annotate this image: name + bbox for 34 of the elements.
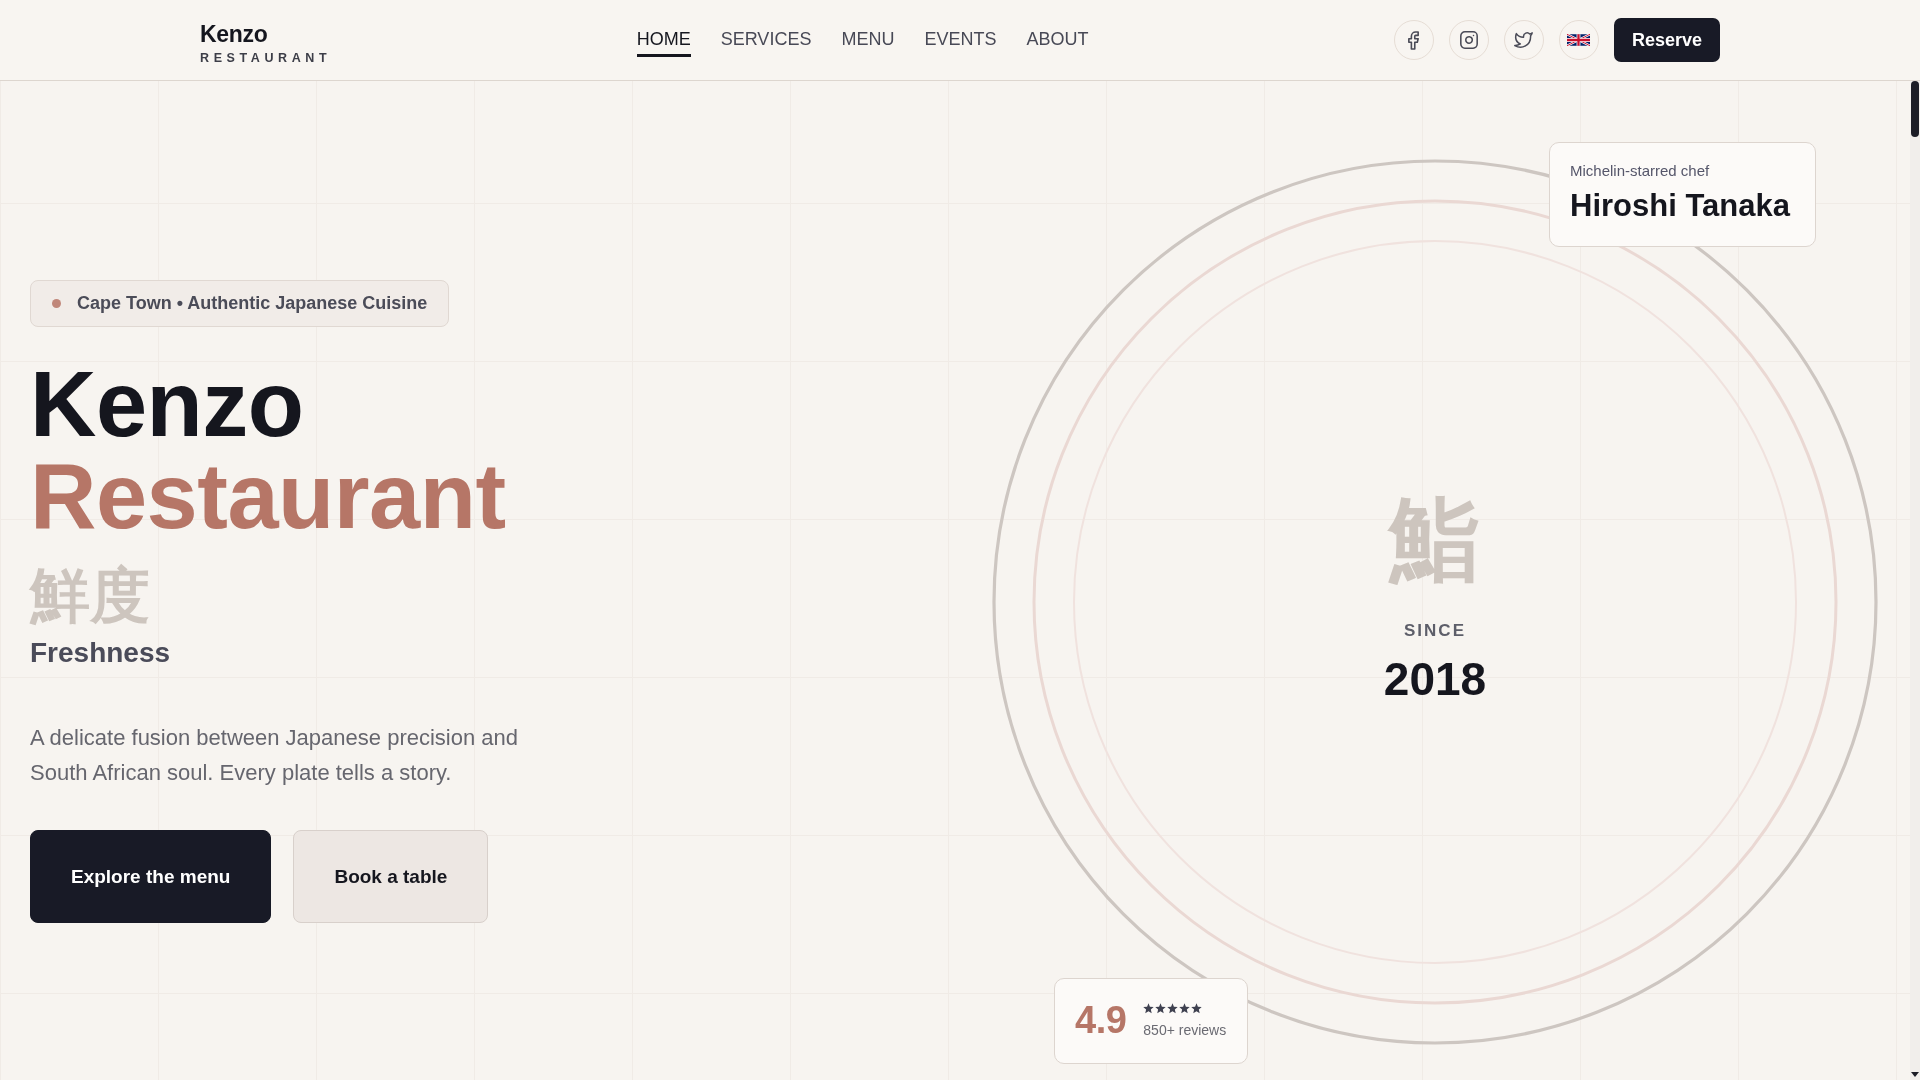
chef-name: Hiroshi Tanaka — [1570, 187, 1792, 224]
scrollbar[interactable] — [1910, 81, 1920, 1080]
uk-flag-icon — [1567, 34, 1591, 46]
hero-title: Kenzo — [30, 358, 305, 450]
since-year: 2018 — [1383, 653, 1487, 705]
nav-link[interactable]: MENU — [841, 23, 895, 57]
since-label: SINCE — [1404, 621, 1466, 641]
nav-link[interactable]: EVENTS — [924, 23, 997, 57]
logo-tagline: RESTAURANT — [200, 50, 332, 66]
nav-link[interactable]: ABOUT — [1026, 23, 1089, 57]
rating-score: 4.9 — [1075, 999, 1127, 1042]
explore-menu-button[interactable]: Explore the menu — [30, 830, 272, 923]
location-text: Cape Town • Authentic Japanese Cuisine — [77, 293, 428, 314]
scrollbar-thumb[interactable] — [1911, 81, 1919, 137]
twitter-icon — [1514, 32, 1534, 48]
hero-description: A delicate fusion between Japanese precision and South African soul. Every plate tells a story. — [30, 724, 519, 787]
nav-link[interactable]: SERVICES — [720, 23, 812, 57]
review-count: 850+ reviews — [1143, 1022, 1227, 1038]
facebook-icon — [1408, 30, 1420, 50]
instagram-icon — [1459, 31, 1478, 49]
nav-link[interactable]: HOME — [636, 23, 691, 57]
kanji-translation: Freshness — [30, 636, 171, 670]
logo-wordmark[interactable]: Kenzo — [200, 21, 268, 47]
star-icon — [1179, 1003, 1191, 1014]
book-table-button[interactable]: Book a table — [293, 830, 489, 923]
scroll-down-icon — [1911, 1072, 1919, 1077]
reserve-button[interactable]: Reserve — [1613, 18, 1720, 62]
star-icon — [1191, 1003, 1203, 1014]
star-icon — [1167, 1003, 1179, 1014]
dot-icon — [52, 299, 61, 308]
hero-title-accent: Restaurant — [30, 450, 506, 542]
star-icon — [1143, 1003, 1155, 1014]
star-icon — [1155, 1003, 1167, 1014]
chef-caption: Michelin-starred chef — [1570, 161, 1711, 180]
